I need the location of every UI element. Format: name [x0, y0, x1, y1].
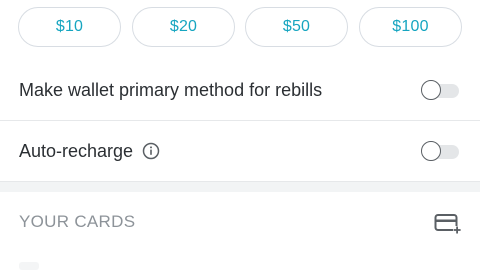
primary-wallet-label: Make wallet primary method for rebills [19, 79, 323, 100]
primary-wallet-toggle[interactable] [421, 79, 459, 101]
card-list-item-peek [19, 262, 39, 270]
add-card-icon[interactable] [434, 211, 462, 235]
cards-section-title: YOUR CARDS [19, 212, 136, 231]
amount-50-button[interactable]: $50 [245, 7, 348, 47]
amount-10-button[interactable]: $10 [18, 7, 121, 47]
info-icon[interactable] [142, 142, 160, 160]
toggle-knob [421, 141, 441, 161]
cards-section-header: YOUR CARDS [0, 192, 480, 252]
auto-recharge-label: Auto-recharge [19, 140, 134, 161]
auto-recharge-setting-row: Auto-recharge [0, 122, 480, 180]
section-divider [0, 181, 480, 192]
primary-wallet-setting-row: Make wallet primary method for rebills [0, 60, 480, 121]
auto-recharge-toggle[interactable] [421, 140, 459, 162]
amount-20-button[interactable]: $20 [132, 7, 235, 47]
toggle-knob [421, 80, 441, 100]
amount-options: $10 $20 $50 $100 [0, 0, 480, 58]
amount-100-button[interactable]: $100 [359, 7, 462, 47]
